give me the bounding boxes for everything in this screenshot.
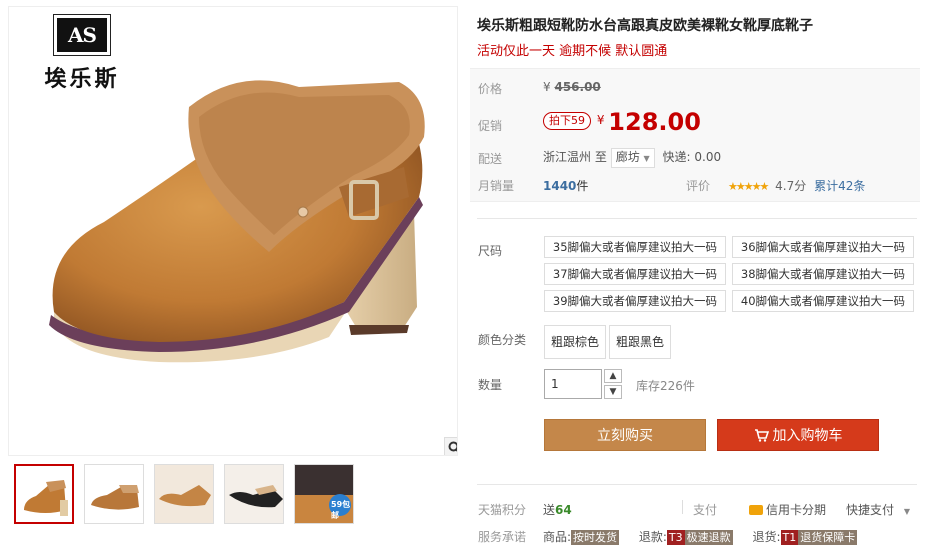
thumbnail-3[interactable] <box>154 464 214 524</box>
increase-icon[interactable]: ▲ <box>604 369 622 383</box>
main-product-image[interactable]: AS 埃乐斯 <box>8 6 458 456</box>
points-value: 64 <box>555 503 572 517</box>
size-option[interactable]: 38脚偏大或者偏厚建议拍大一码 <box>732 263 914 285</box>
service-code: T3 <box>666 530 685 545</box>
quick-pay[interactable]: 快捷支付 ▼ <box>846 501 910 518</box>
add-to-cart-button[interactable]: 加入购物车 <box>717 419 879 451</box>
buy-now-button[interactable]: 立刻购买 <box>544 419 706 451</box>
service-list: 商品: 按时发货 退款: T3 极速退款 退货: T1 退货保障卡 <box>543 528 858 545</box>
rating-score: 4.7分 <box>775 179 807 193</box>
points-info: 送64 <box>543 501 572 518</box>
promo-price-value: 128.00 <box>608 108 701 136</box>
size-label: 尺码 <box>478 244 503 258</box>
original-price-value: 456.00 <box>554 80 601 94</box>
payment-label: 支付 <box>693 503 718 517</box>
chevron-down-icon: ▼ <box>643 154 650 163</box>
thumbnail-badge: 59包邮 <box>331 500 351 520</box>
quantity-label: 数量 <box>478 378 503 392</box>
credit-installment: 信用卡分期 <box>766 503 827 517</box>
thumbnail-2[interactable] <box>84 464 144 524</box>
size-option[interactable]: 40脚偏大或者偏厚建议拍大一码 <box>732 290 914 312</box>
size-option[interactable]: 37脚偏大或者偏厚建议拍大一码 <box>544 263 726 285</box>
quantity-input[interactable]: 1 <box>544 369 602 399</box>
add-to-cart-label: 加入购物车 <box>772 428 843 444</box>
payment-credit[interactable]: 信用卡分期 <box>749 501 826 518</box>
points-label: 天猫积分 <box>478 503 527 517</box>
rating-stars: ★★★★★ <box>728 180 769 193</box>
thumbnail-4[interactable] <box>224 464 284 524</box>
shipping-label: 配送 <box>478 152 503 166</box>
divider <box>682 500 683 514</box>
shipping-to-word: 至 <box>594 150 607 164</box>
rating-label: 评价 <box>686 179 711 193</box>
sales-value: 1440 <box>543 179 577 193</box>
service-badge[interactable]: 极速退款 <box>684 530 733 545</box>
stock-info: 库存226件 <box>636 379 695 393</box>
points-prefix: 送 <box>543 503 556 517</box>
color-label: 颜色分类 <box>478 333 527 347</box>
divider <box>477 484 917 485</box>
service-badge[interactable]: 按时发货 <box>571 530 620 545</box>
chevron-down-icon: ▼ <box>903 507 910 516</box>
sales-unit: 件 <box>576 179 589 193</box>
service-refund: 退款: <box>638 530 667 544</box>
color-option-black[interactable]: 粗跟黑色 <box>609 325 672 359</box>
boot-image <box>49 80 425 363</box>
promo-currency: ¥ <box>596 113 605 127</box>
color-option-brown[interactable]: 粗跟棕色 <box>544 325 607 359</box>
promo-price: 拍下59 ¥ 128.00 <box>543 108 701 136</box>
review-count-link[interactable]: 累计42条 <box>814 179 865 193</box>
service-return: 退货: <box>752 530 781 544</box>
size-option[interactable]: 35脚偏大或者偏厚建议拍大一码 <box>544 236 726 258</box>
shipping-info: 浙江温州 至 廊坊 ▼ 快递: 0.00 <box>543 148 721 168</box>
express-fee: 快递: 0.00 <box>662 150 722 164</box>
monthly-sales: 1440件 <box>543 177 588 194</box>
shipping-from: 浙江温州 <box>543 150 592 164</box>
promo-label: 促销 <box>478 119 503 133</box>
size-option[interactable]: 39脚偏大或者偏厚建议拍大一码 <box>544 290 726 312</box>
product-subtitle: 活动仅此一天 逾期不候 默认圆通 <box>477 44 668 59</box>
sales-label: 月销量 <box>478 179 515 193</box>
rating-info: ★★★★★ 4.7分 累计42条 <box>728 177 865 194</box>
size-option[interactable]: 36脚偏大或者偏厚建议拍大一码 <box>732 236 914 258</box>
service-goods: 商品: <box>543 530 572 544</box>
thumbnail-1[interactable] <box>14 464 74 524</box>
price-label: 价格 <box>478 82 503 96</box>
thumbnail-strip: 59包邮 <box>14 464 354 524</box>
service-code: T1 <box>780 530 799 545</box>
original-price: ¥ 456.00 <box>543 80 601 94</box>
service-badge[interactable]: 退货保障卡 <box>798 530 858 545</box>
shipping-destination-select[interactable]: 廊坊 ▼ <box>610 148 655 168</box>
thumbnail-5[interactable]: 59包邮 <box>294 464 354 524</box>
credit-card-icon <box>749 505 763 515</box>
service-label: 服务承诺 <box>478 530 527 544</box>
decrease-icon[interactable]: ▼ <box>604 385 622 399</box>
cart-icon <box>754 422 769 454</box>
product-title: 埃乐斯粗跟短靴防水台高跟真皮欧美裸靴女靴厚底靴子 <box>477 18 813 34</box>
zoom-icon[interactable] <box>444 437 457 455</box>
divider <box>477 218 917 219</box>
promo-tag: 拍下59 <box>543 112 591 130</box>
quick-pay-label: 快捷支付 <box>846 503 895 517</box>
currency-symbol: ¥ <box>543 80 551 94</box>
shipping-destination: 廊坊 <box>615 150 640 164</box>
